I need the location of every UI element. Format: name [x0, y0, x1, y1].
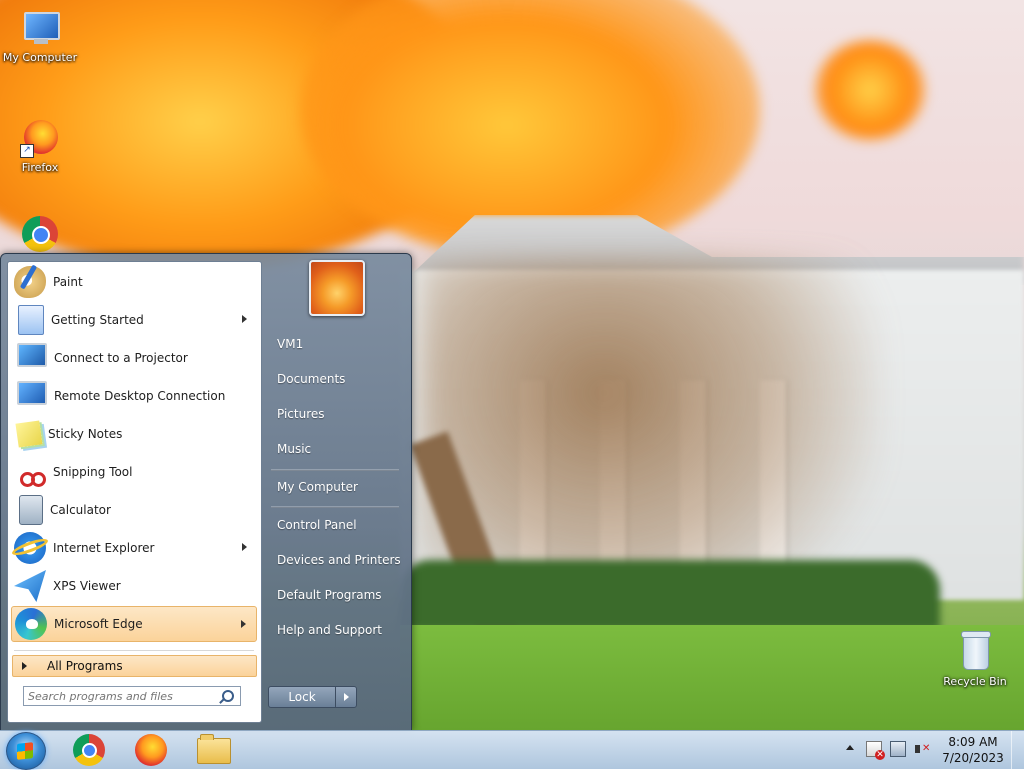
program-label: Internet Explorer: [53, 541, 155, 555]
program-label: Microsoft Edge: [54, 617, 143, 631]
program-label: Remote Desktop Connection: [54, 389, 226, 403]
sticky-notes-icon: [15, 420, 43, 448]
getting-started-icon: [18, 305, 44, 335]
program-microsoft-edge[interactable]: Microsoft Edge: [11, 606, 257, 642]
submenu-arrow-icon[interactable]: [242, 315, 247, 323]
program-xps-viewer[interactable]: XPS Viewer: [11, 568, 257, 604]
desktop-icon-chrome[interactable]: [0, 214, 80, 257]
submenu-arrow-icon[interactable]: [242, 543, 247, 551]
program-sticky-notes[interactable]: Sticky Notes: [11, 416, 257, 452]
submenu-arrow-icon[interactable]: [241, 620, 246, 628]
start-menu-programs-pane: Paint Getting Started Connect to a Proje…: [7, 261, 262, 723]
clock-date: 7/20/2023: [942, 751, 1004, 765]
program-label: Calculator: [50, 503, 111, 517]
start-link-devices-printers[interactable]: Devices and Printers: [269, 547, 405, 573]
wallpaper-fire: [815, 40, 925, 140]
search-input[interactable]: [24, 687, 222, 705]
network-icon[interactable]: [890, 741, 906, 757]
program-label: Connect to a Projector: [54, 351, 188, 365]
shortcut-arrow-icon: ↗: [20, 144, 34, 158]
desktop-icon-label: Firefox: [21, 161, 59, 174]
firefox-icon: [135, 734, 167, 766]
calculator-icon: [19, 495, 43, 525]
taskbar: 8:09 AM 7/20/2023: [0, 730, 1024, 770]
program-paint[interactable]: Paint: [11, 264, 257, 300]
chrome-icon: [22, 216, 58, 252]
xps-viewer-icon: [14, 570, 46, 602]
remote-desktop-icon: [17, 381, 47, 405]
snipping-tool-icon: [14, 456, 46, 488]
taskbar-file-explorer-button[interactable]: [189, 732, 237, 768]
clock-time: 8:09 AM: [948, 735, 998, 749]
start-link-pictures[interactable]: Pictures: [269, 401, 405, 427]
file-explorer-icon: [197, 734, 231, 764]
search-box[interactable]: [23, 686, 241, 706]
program-label: Snipping Tool: [53, 465, 133, 479]
paint-icon: [14, 266, 46, 298]
action-center-flag-icon[interactable]: [866, 741, 885, 760]
start-link-my-computer[interactable]: My Computer: [269, 474, 405, 500]
lock-button[interactable]: Lock: [268, 686, 336, 708]
program-label: XPS Viewer: [53, 579, 121, 593]
expand-arrow-icon: [22, 662, 27, 670]
program-getting-started[interactable]: Getting Started: [11, 302, 257, 338]
show-hidden-icons-arrow[interactable]: [846, 745, 854, 750]
start-button[interactable]: [6, 732, 46, 770]
program-internet-explorer[interactable]: Internet Explorer: [11, 530, 257, 566]
start-link-documents[interactable]: Documents: [269, 366, 405, 392]
wallpaper-lawn: [400, 625, 1024, 730]
edge-icon: [15, 608, 47, 640]
search-icon[interactable]: [222, 690, 234, 702]
power-options-arrow-icon[interactable]: [335, 686, 357, 708]
chrome-icon: [73, 734, 105, 766]
wallpaper-hedge: [400, 560, 940, 630]
program-snipping-tool[interactable]: Snipping Tool: [11, 454, 257, 490]
windows-logo-icon: [17, 742, 33, 760]
internet-explorer-icon: [14, 532, 46, 564]
start-link-control-panel[interactable]: Control Panel: [269, 512, 405, 538]
start-link-music[interactable]: Music: [269, 436, 405, 462]
desktop-icon-recycle-bin[interactable]: Recycle Bin: [935, 631, 1015, 688]
all-programs-label: All Programs: [47, 659, 123, 673]
show-desktop-button[interactable]: [1011, 731, 1024, 769]
program-remote-desktop[interactable]: Remote Desktop Connection: [11, 378, 257, 414]
separator: [14, 650, 254, 651]
program-label: Sticky Notes: [48, 427, 123, 441]
program-label: Paint: [53, 275, 83, 289]
all-programs-button[interactable]: All Programs: [12, 655, 257, 677]
program-label: Getting Started: [51, 313, 144, 327]
start-link-default-programs[interactable]: Default Programs: [269, 582, 405, 608]
taskbar-chrome-button[interactable]: [65, 732, 113, 768]
program-connect-projector[interactable]: Connect to a Projector: [11, 340, 257, 376]
projector-icon: [17, 343, 47, 367]
taskbar-firefox-button[interactable]: [127, 732, 175, 768]
separator: [271, 506, 399, 508]
clock[interactable]: 8:09 AM 7/20/2023: [938, 734, 1008, 766]
desktop-icon-firefox[interactable]: ↗ Firefox: [0, 118, 80, 174]
computer-icon: [24, 12, 60, 40]
program-calculator[interactable]: Calculator: [11, 492, 257, 528]
start-menu: Paint Getting Started Connect to a Proje…: [0, 253, 412, 731]
user-account-picture[interactable]: [309, 260, 365, 316]
desktop-icon-label: Recycle Bin: [943, 675, 1007, 688]
desktop-icon-my-computer[interactable]: My Computer: [0, 8, 80, 64]
recycle-bin-icon: [961, 631, 991, 670]
separator: [271, 469, 399, 471]
desktop-icon-label: My Computer: [2, 51, 78, 64]
volume-muted-icon[interactable]: [914, 741, 930, 757]
start-link-help-support[interactable]: Help and Support: [269, 617, 405, 643]
start-link-user-folder[interactable]: VM1: [269, 331, 405, 357]
